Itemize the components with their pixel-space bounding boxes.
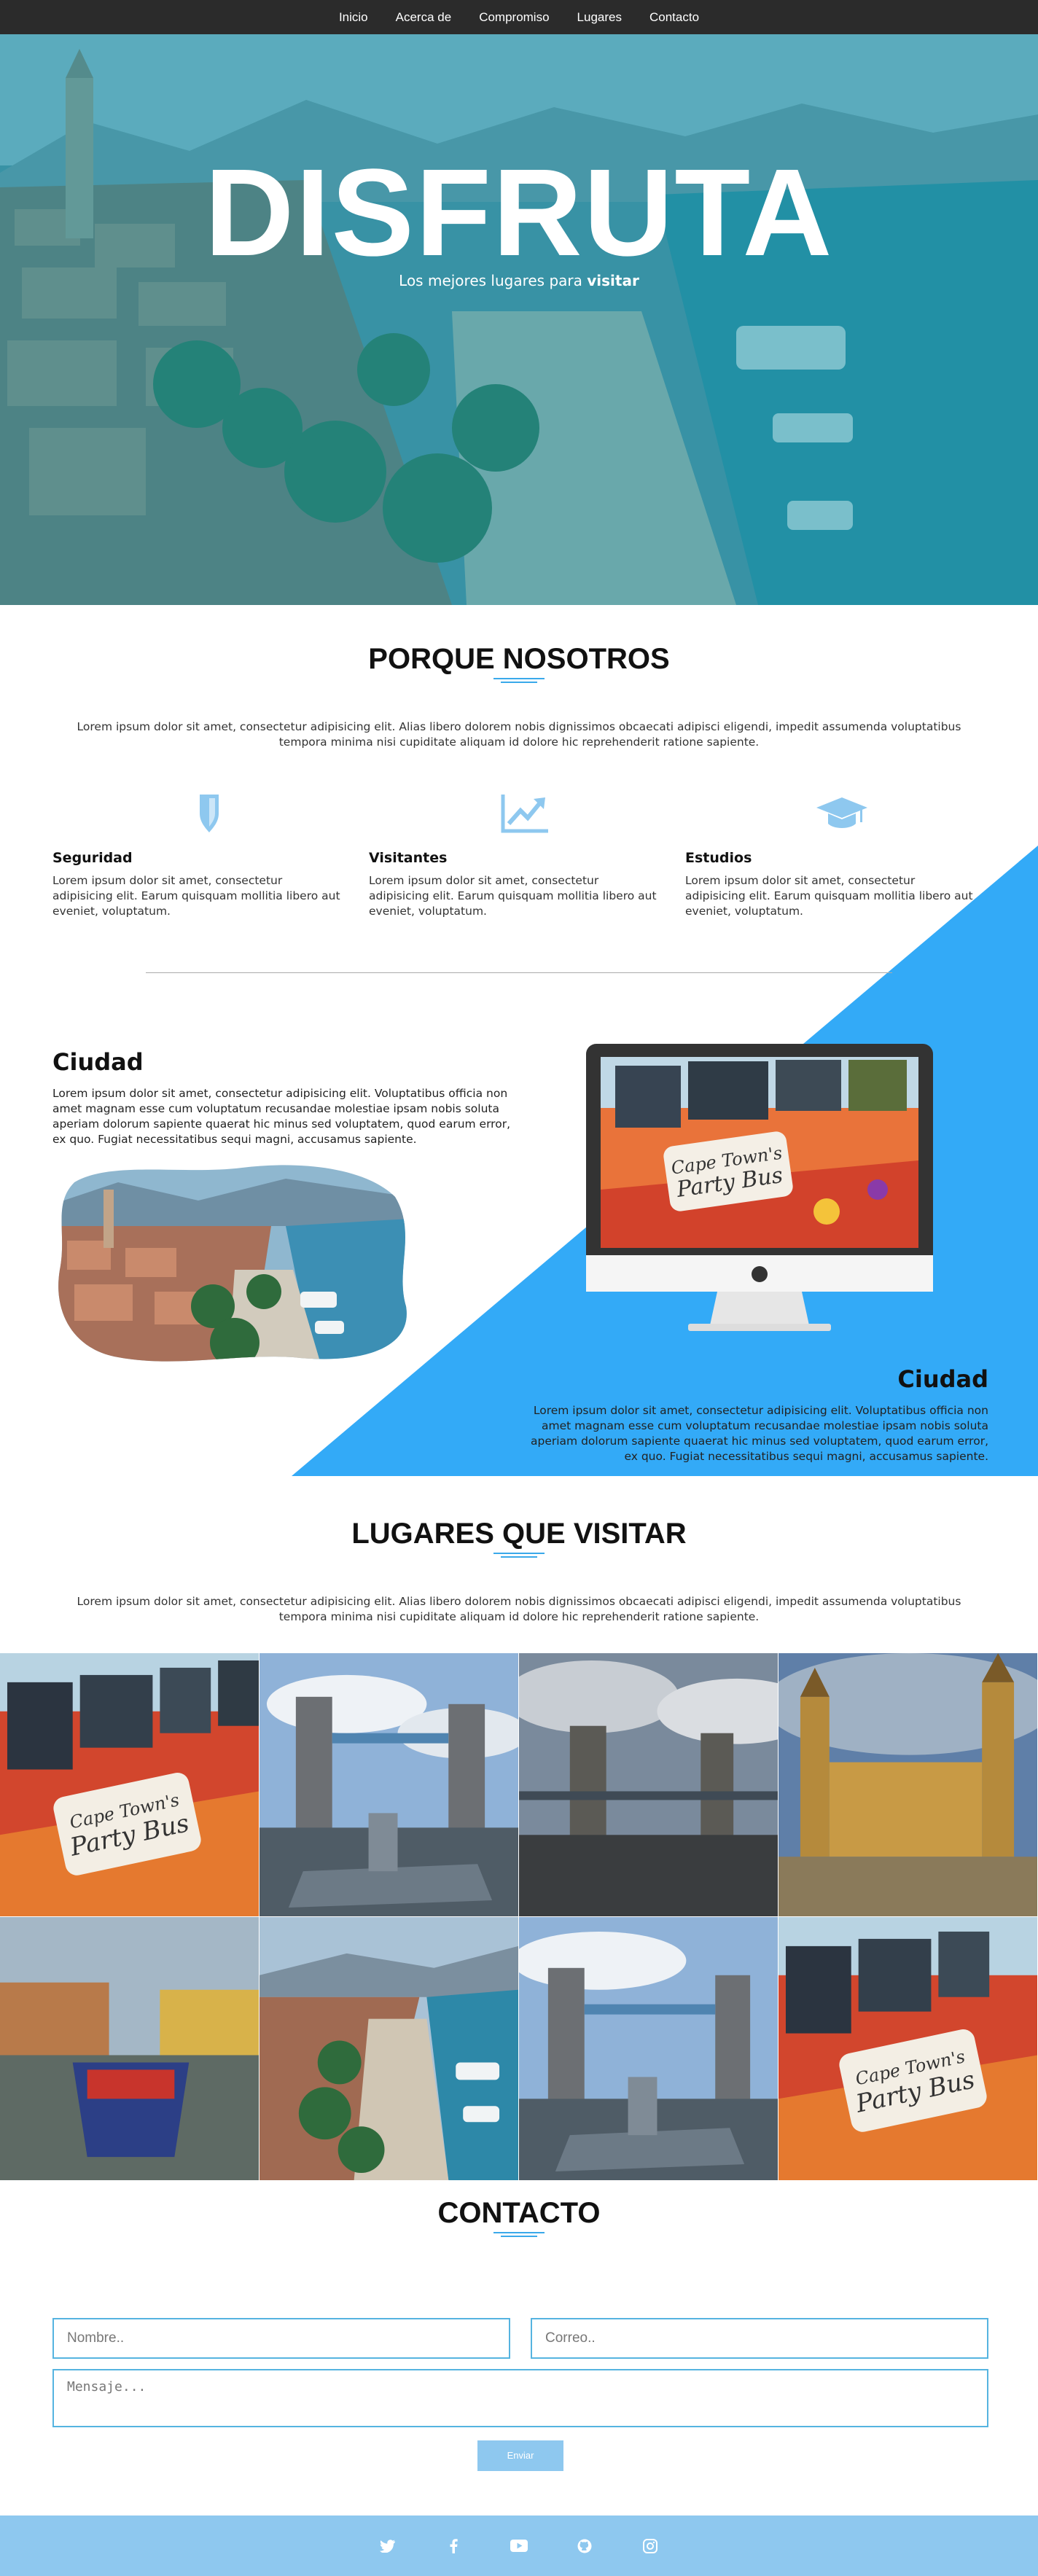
instagram-icon[interactable] <box>617 2537 683 2555</box>
nav-lugares[interactable]: Lugares <box>577 10 622 25</box>
why-title-underline <box>493 678 545 686</box>
feature-text: Lorem ipsum dolor sit amet, consectetur … <box>369 874 657 918</box>
gallery-image[interactable] <box>778 1653 1038 1917</box>
feature-text: Lorem ipsum dolor sit amet, consectetur … <box>52 874 340 918</box>
city-title: Ciudad <box>52 1048 144 1076</box>
chart-line-icon <box>501 795 548 833</box>
city-text: Lorem ipsum dolor sit amet, consectetur … <box>52 1087 510 1146</box>
section-divider <box>146 972 892 973</box>
footer <box>0 2515 1038 2576</box>
gallery-image[interactable] <box>519 1653 778 1917</box>
monitor-illustration: Cape Town's Party Bus <box>586 1044 933 1331</box>
places-gallery: Cape Town's Party Bus Cape Town's Party … <box>0 1653 1038 2181</box>
feature-title: Estudios <box>685 850 752 866</box>
nav-contacto[interactable]: Contacto <box>649 10 699 25</box>
canal-boat-photo <box>0 1917 259 2180</box>
gallery-image[interactable] <box>0 1917 260 2181</box>
places-intro: Lorem ipsum dolor sit amet, consectetur … <box>77 1595 961 1623</box>
gallery-image[interactable] <box>260 1917 519 2181</box>
party-bus-photo: Cape Town's Party Bus <box>778 1917 1037 2180</box>
github-icon[interactable] <box>552 2537 617 2555</box>
gallery-image[interactable] <box>260 1653 519 1917</box>
twitter-icon[interactable] <box>355 2537 421 2555</box>
email-field[interactable]: Correo.. <box>531 2318 988 2359</box>
nav-acerca-de[interactable]: Acerca de <box>396 10 452 25</box>
youtube-icon[interactable] <box>486 2537 552 2555</box>
nav-compromiso[interactable]: Compromiso <box>479 10 549 25</box>
send-button[interactable]: Enviar <box>477 2440 563 2471</box>
hero: DISFRUTA Los mejores lugares para visita… <box>0 34 1038 605</box>
graduation-cap-icon <box>816 797 867 828</box>
contact-title: CONTACTO <box>437 2197 601 2229</box>
name-field[interactable]: Nombre.. <box>52 2318 510 2359</box>
hero-subtitle: Los mejores lugares para visitar <box>399 272 639 289</box>
party-bus-photo: Cape Town's Party Bus <box>0 1653 259 1916</box>
places-title-underline <box>493 1553 545 1561</box>
city-text: Lorem ipsum dolor sit amet, consectetur … <box>531 1404 988 1463</box>
nav-inicio[interactable]: Inicio <box>339 10 368 25</box>
feature-text: Lorem ipsum dolor sit amet, consectetur … <box>685 874 973 918</box>
contact-title-underline <box>493 2232 545 2240</box>
gallery-image[interactable]: Cape Town's Party Bus <box>0 1653 260 1917</box>
shield-icon <box>200 795 219 832</box>
tower-bridge-photo <box>519 1653 778 1916</box>
hero-overlay <box>0 34 1038 605</box>
top-nav: Inicio Acerca de Compromiso Lugares Cont… <box>0 0 1038 34</box>
why-title: PORQUE NOSOTROS <box>368 643 670 675</box>
cathedral-photo <box>778 1653 1037 1916</box>
why-intro: Lorem ipsum dolor sit amet, consectetur … <box>77 720 961 749</box>
gallery-image[interactable] <box>519 1917 778 2181</box>
promenade-photo <box>260 1917 518 2180</box>
tower-bridge-ship-photo <box>260 1653 518 1916</box>
feature-title: Visitantes <box>369 850 448 866</box>
city-photo <box>58 1165 407 1362</box>
hero-title: DISFRUTA <box>204 144 834 282</box>
message-field[interactable]: Mensaje... <box>52 2369 988 2427</box>
city-title: Ciudad <box>897 1365 988 1393</box>
hero-subtitle-highlight: visitar <box>587 272 639 289</box>
facebook-icon[interactable] <box>421 2537 486 2555</box>
feature-title: Seguridad <box>52 850 133 866</box>
gallery-image[interactable]: Cape Town's Party Bus <box>778 1917 1038 2181</box>
places-title: LUGARES QUE VISITAR <box>351 1518 687 1550</box>
tower-bridge-ship-photo <box>519 1917 778 2180</box>
